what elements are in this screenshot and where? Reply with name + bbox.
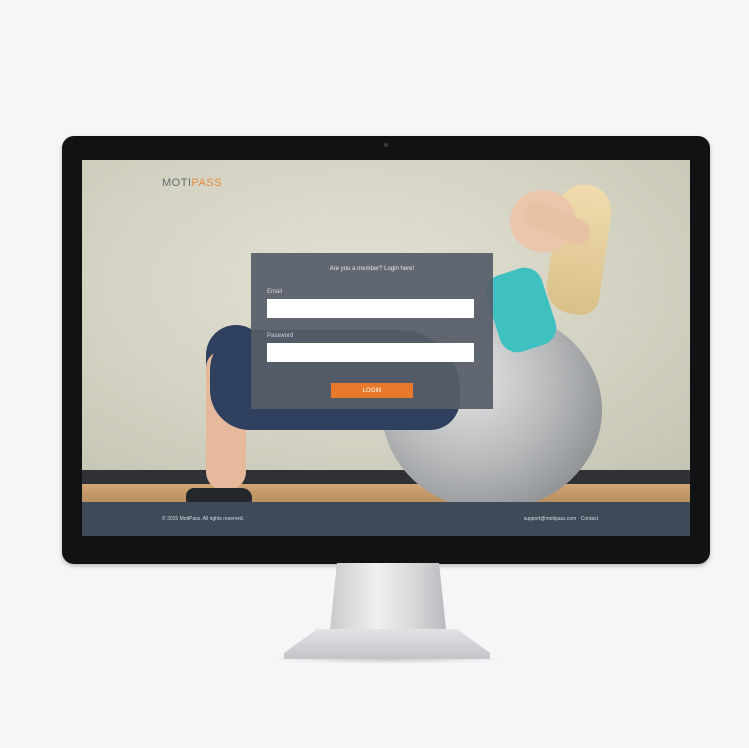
footer-bar: © 2015 MotiPass. All rights reserved. su… xyxy=(82,502,690,536)
email-label: Email xyxy=(267,289,283,295)
monitor-screen: MOTIPASS Are you a member? Login here! E… xyxy=(82,160,690,536)
login-button[interactable]: LOGIN xyxy=(331,383,413,398)
brand-logo[interactable]: MOTIPASS xyxy=(162,177,222,189)
brand-logo-part1: MOTI xyxy=(162,177,192,189)
footer-copyright: © 2015 MotiPass. All rights reserved. xyxy=(162,516,245,522)
photo-mockup: MOTIPASS Are you a member? Login here! E… xyxy=(0,0,749,748)
hero-baseboard xyxy=(82,470,690,484)
monitor-stand-neck xyxy=(330,563,446,629)
monitor-stand-base xyxy=(284,629,490,659)
email-field[interactable] xyxy=(267,299,474,318)
camera-dot xyxy=(384,143,388,147)
footer-contact-link[interactable]: support@motipass.com · Contact xyxy=(524,516,598,522)
monitor-bezel: MOTIPASS Are you a member? Login here! E… xyxy=(62,136,710,564)
password-label: Password xyxy=(267,333,294,339)
brand-logo-part2: PASS xyxy=(191,177,223,189)
password-field[interactable] xyxy=(267,343,474,362)
login-title: Are you a member? Login here! xyxy=(329,266,415,272)
hero-floor xyxy=(82,484,690,502)
login-panel: Are you a member? Login here! Email Pass… xyxy=(251,253,493,409)
